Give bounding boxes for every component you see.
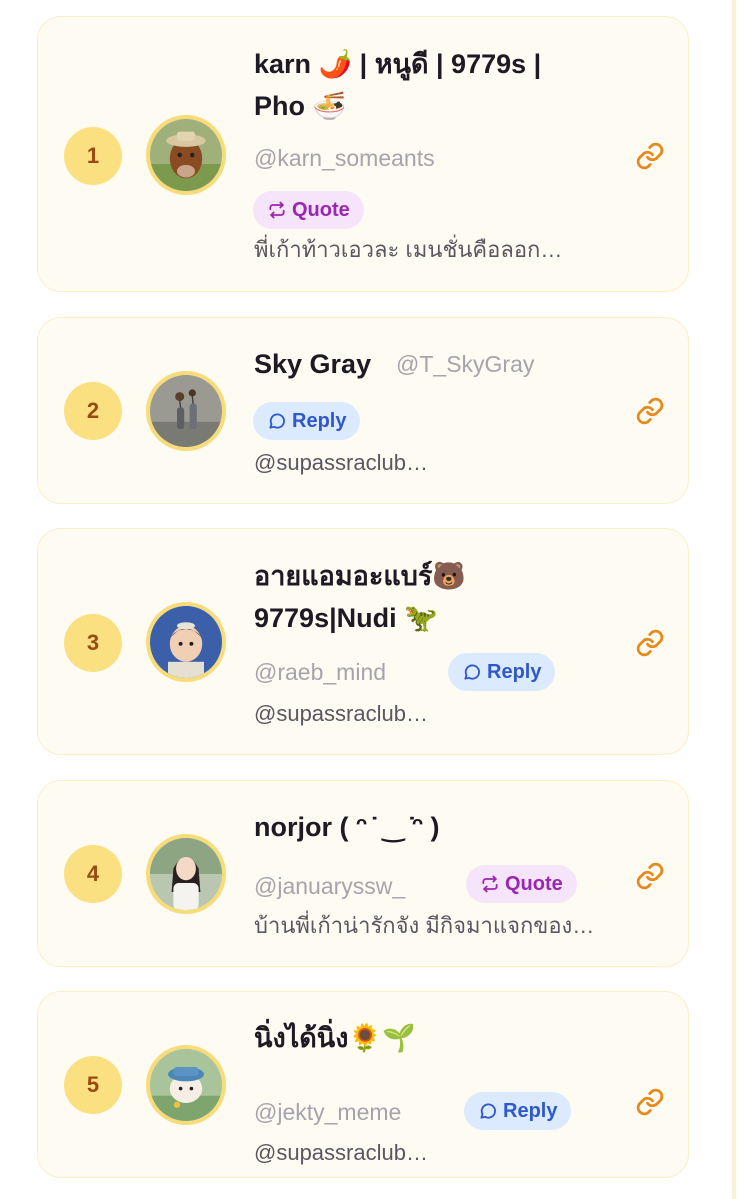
quote-badge[interactable]: Quote	[466, 865, 577, 903]
right-edge-rule	[732, 0, 736, 1199]
avatar-image	[150, 606, 222, 678]
link-icon	[636, 862, 664, 890]
open-link-button[interactable]	[634, 1086, 666, 1118]
display-name[interactable]: norjor ( ᵔ ̇ ‿ ̇ᵔ )	[254, 806, 614, 848]
link-icon	[636, 397, 664, 425]
display-name[interactable]: นิ่งได้นิ่ง🌻🌱	[254, 1017, 614, 1059]
chat-bubble-icon	[269, 413, 285, 429]
rank-badge: 4	[64, 845, 122, 903]
link-icon	[636, 142, 664, 170]
ranking-card[interactable]: 2 Sky Gray @T_SkyGray Reply @supassraclu…	[37, 317, 689, 504]
chat-bubble-icon	[480, 1103, 496, 1119]
post-snippet: @supassraclub…	[254, 701, 428, 726]
rank-badge: 2	[64, 382, 122, 440]
ranking-card[interactable]: 3 อายแอมอะแบร์🐻 9779s|Nudi 🦖 @raeb_mind …	[37, 528, 689, 755]
link-icon	[636, 1088, 664, 1116]
avatar-image	[150, 838, 222, 910]
avatar[interactable]	[146, 371, 226, 451]
username[interactable]: @januaryssw_	[254, 871, 405, 901]
repost-icon	[482, 875, 498, 893]
rank-badge: 1	[64, 127, 122, 185]
ranking-card[interactable]: 5 นิ่งได้นิ่ง🌻🌱 @jekty_meme Reply @supas…	[37, 991, 689, 1178]
avatar[interactable]	[146, 834, 226, 914]
post-snippet: @supassraclub…	[254, 450, 428, 475]
avatar-image	[150, 375, 222, 447]
avatar-image	[150, 119, 222, 191]
display-name[interactable]: karn 🌶️ | หนูดี | 9779s | Pho 🍜	[254, 43, 614, 127]
rank-badge: 3	[64, 614, 122, 672]
avatar[interactable]	[146, 602, 226, 682]
username[interactable]: @karn_someants	[254, 143, 435, 173]
display-name[interactable]: อายแอมอะแบร์🐻 9779s|Nudi 🦖	[254, 555, 614, 639]
reply-badge[interactable]: Reply	[253, 402, 361, 440]
rank-badge: 5	[64, 1056, 122, 1114]
post-snippet: พี่เก้าท้าวเอวละ เมนชั่นคือลอก…	[254, 237, 563, 262]
reply-badge[interactable]: Reply	[464, 1092, 572, 1130]
username[interactable]: @T_SkyGray	[396, 349, 534, 379]
link-icon	[636, 629, 664, 657]
username[interactable]: @raeb_mind	[254, 657, 386, 687]
open-link-button[interactable]	[634, 140, 666, 172]
repost-icon	[269, 201, 285, 219]
post-snippet: บ้านพี่เก้าน่ารักจัง มีกิจมาแจกของ…	[254, 913, 595, 938]
avatar[interactable]	[146, 1045, 226, 1125]
username[interactable]: @jekty_meme	[254, 1097, 401, 1127]
open-link-button[interactable]	[634, 627, 666, 659]
open-link-button[interactable]	[634, 395, 666, 427]
post-snippet: @supassraclub…	[254, 1140, 428, 1165]
avatar[interactable]	[146, 115, 226, 195]
chat-bubble-icon	[464, 664, 480, 680]
quote-badge[interactable]: Quote	[253, 191, 364, 229]
reply-badge[interactable]: Reply	[448, 653, 556, 691]
ranking-card[interactable]: 1 karn 🌶️ | หนูดี | 9779s | Pho 🍜 @karn_…	[37, 16, 689, 292]
avatar-image	[150, 1049, 222, 1121]
display-name[interactable]: Sky Gray	[254, 343, 371, 385]
ranking-card[interactable]: 4 norjor ( ᵔ ̇ ‿ ̇ᵔ ) @januaryssw_ Quote…	[37, 780, 689, 967]
open-link-button[interactable]	[634, 860, 666, 892]
